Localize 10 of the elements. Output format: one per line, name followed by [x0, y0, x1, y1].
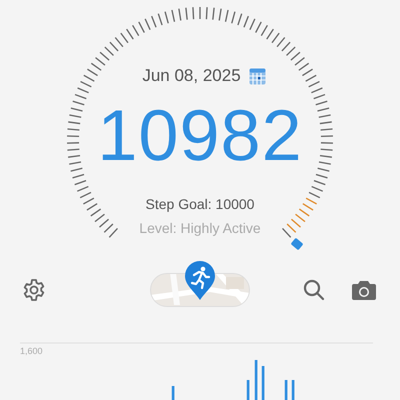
step-goal-label: Step Goal: 10000: [146, 196, 254, 212]
calendar-icon[interactable]: [248, 68, 266, 84]
date-label: Jun 08, 2025: [142, 66, 241, 86]
camera-icon[interactable]: [352, 280, 376, 300]
search-icon[interactable]: [302, 278, 326, 302]
activity-level-label: Level: Highly Active: [139, 220, 261, 236]
settings-icon[interactable]: [22, 278, 46, 302]
axis-label: 1,600: [20, 346, 43, 356]
running-pin-icon[interactable]: [184, 261, 216, 301]
step-count: 10982: [97, 96, 303, 176]
